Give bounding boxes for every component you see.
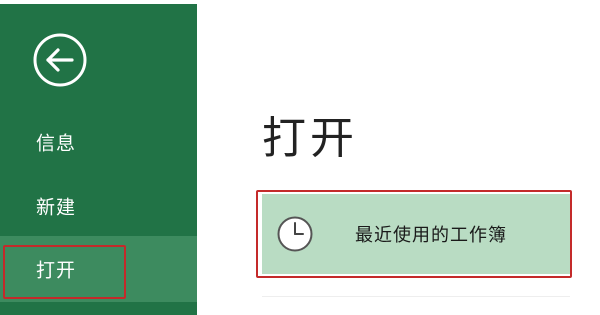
recent-annotation-box xyxy=(256,190,572,278)
sidebar-item-label: 新建 xyxy=(36,196,77,219)
divider xyxy=(262,296,570,297)
page-title: 打开 xyxy=(262,113,358,164)
sidebar-item-new[interactable]: 新建 xyxy=(0,176,197,236)
back-arrow-icon xyxy=(32,32,88,88)
open-annotation-box xyxy=(3,245,126,299)
backstage-view: 信息 新建 打开 打开 最近使用的工作簿 xyxy=(0,0,600,315)
sidebar-item-label: 信息 xyxy=(36,132,77,155)
back-button[interactable] xyxy=(32,32,88,88)
sidebar-item-info[interactable]: 信息 xyxy=(0,112,197,172)
